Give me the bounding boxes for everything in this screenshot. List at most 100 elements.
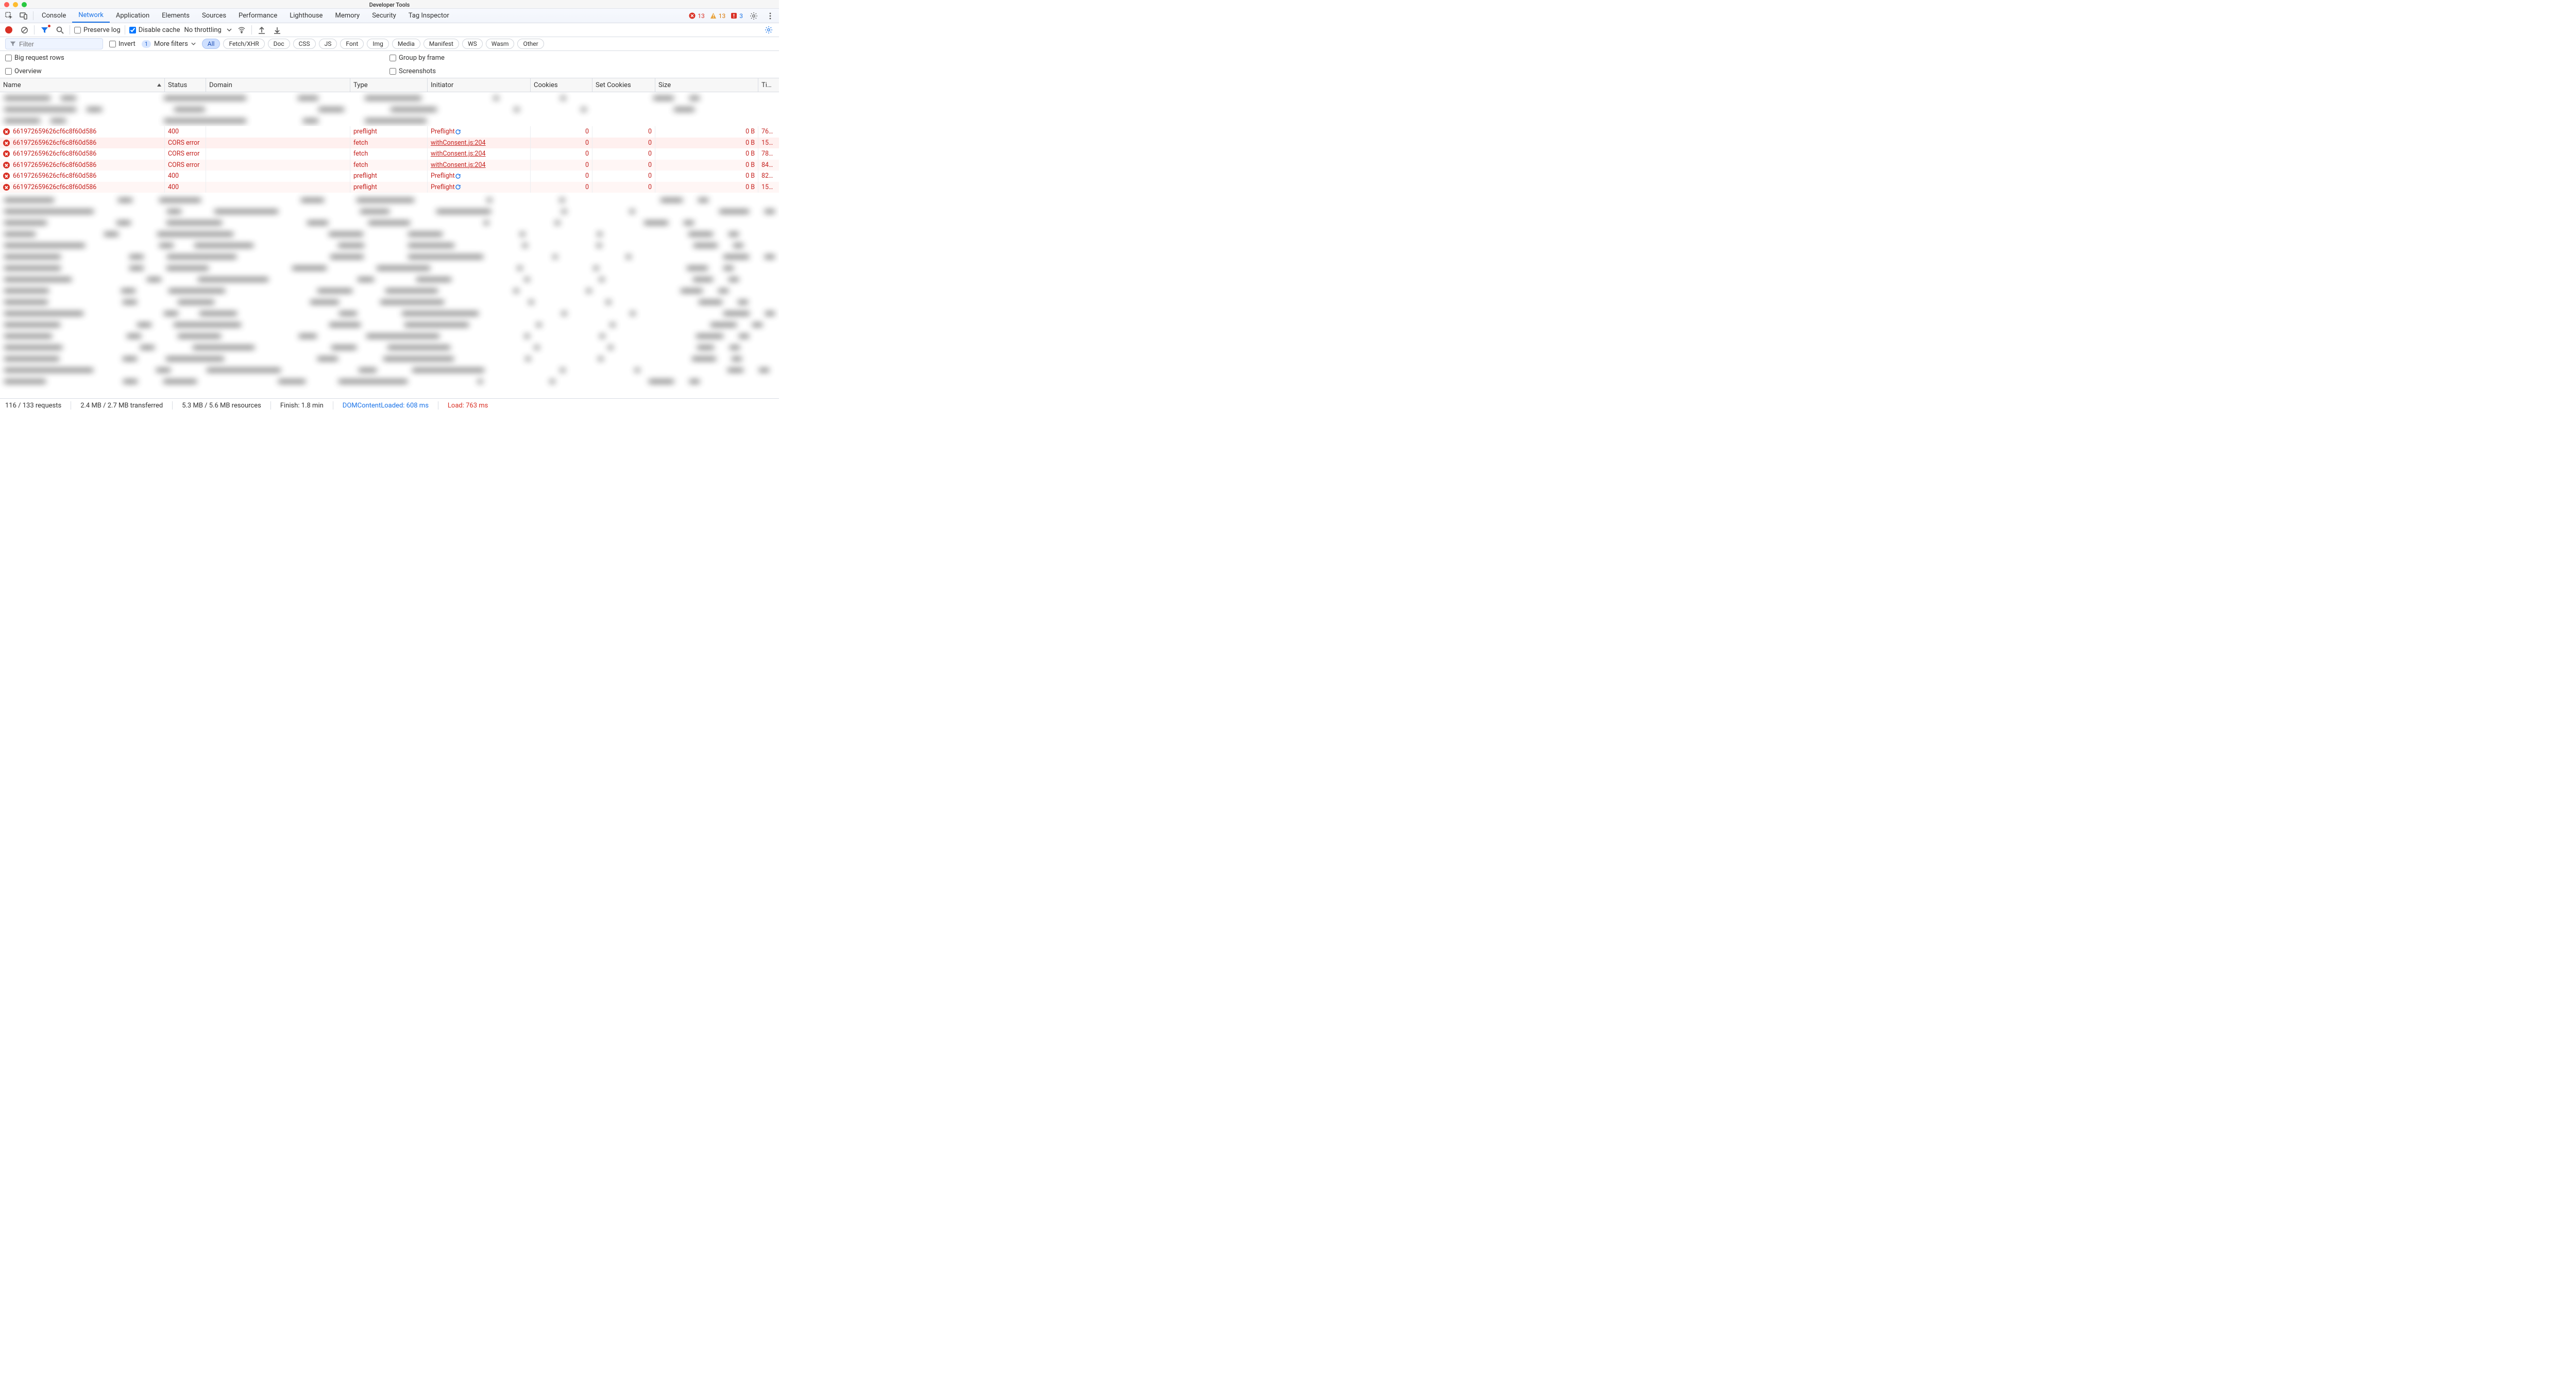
- tab-console[interactable]: Console: [36, 9, 72, 23]
- col-type[interactable]: Type: [350, 78, 428, 92]
- table-row[interactable]: 661972659626cf6c8f60d586400preflightPref…: [0, 182, 779, 193]
- settings-gear-icon[interactable]: [748, 10, 759, 22]
- overview-checkbox[interactable]: Overview: [5, 67, 42, 75]
- status-resources: 5.3 MB / 5.6 MB resources: [182, 402, 261, 410]
- col-cookies[interactable]: Cookies: [531, 78, 592, 92]
- table-row[interactable]: 661972659626cf6c8f60d586400preflightPref…: [0, 171, 779, 182]
- chip-all[interactable]: All: [202, 39, 221, 49]
- filter-input-wrap[interactable]: [5, 38, 103, 49]
- search-icon[interactable]: [54, 24, 65, 36]
- device-toolbar-icon[interactable]: [16, 9, 31, 23]
- export-har-icon[interactable]: [272, 24, 283, 36]
- tab-lighthouse[interactable]: Lighthouse: [283, 9, 329, 23]
- clear-button[interactable]: [19, 24, 30, 36]
- chip-wasm[interactable]: Wasm: [486, 39, 515, 49]
- cell-status: 400: [165, 126, 206, 138]
- filter-toggle-icon[interactable]: [39, 24, 50, 36]
- tab-security[interactable]: Security: [366, 9, 402, 23]
- filter-row: Invert 1 More filters AllFetch/XHR DocCSS…: [0, 37, 779, 51]
- col-name[interactable]: Name: [0, 78, 165, 92]
- group-by-frame-checkbox[interactable]: Group by frame: [389, 54, 445, 62]
- table-row[interactable]: 661972659626cf6c8f60d586CORS errorfetchw…: [0, 148, 779, 160]
- preserve-log-checkbox[interactable]: Preserve log: [74, 26, 121, 34]
- cell-status: CORS error: [165, 160, 206, 171]
- record-button[interactable]: [3, 24, 14, 36]
- window-title: Developer Tools: [0, 2, 779, 8]
- type-filter-chips: AllFetch/XHR DocCSSJSFontImgMediaManifest…: [202, 39, 544, 49]
- col-time[interactable]: Ti…: [758, 78, 779, 92]
- chip-img[interactable]: Img: [367, 39, 389, 49]
- chip-js[interactable]: JS: [319, 39, 337, 49]
- chip-manifest[interactable]: Manifest: [423, 39, 459, 49]
- cell-set-cookies: 0: [592, 126, 655, 138]
- col-status[interactable]: Status: [165, 78, 206, 92]
- initiator-link[interactable]: withConsent.js:204: [431, 139, 486, 147]
- table-body[interactable]: 661972659626cf6c8f60d586400preflightPref…: [0, 92, 779, 398]
- network-table: Name Status Domain Type Initiator Cookie…: [0, 78, 779, 398]
- network-conditions-icon[interactable]: [236, 24, 247, 36]
- chip-fetch-xhr[interactable]: Fetch/XHR: [223, 39, 264, 49]
- col-initiator[interactable]: Initiator: [428, 78, 531, 92]
- chip-font[interactable]: Font: [340, 39, 364, 49]
- disable-cache-checkbox[interactable]: Disable cache: [129, 26, 180, 34]
- cell-type: preflight: [350, 171, 428, 182]
- status-dcl: DOMContentLoaded: 608 ms: [343, 402, 429, 410]
- chevron-down-icon: [191, 42, 196, 45]
- cell-cookies: 0: [531, 138, 592, 149]
- chip-ws[interactable]: WS: [462, 39, 483, 49]
- table-row[interactable]: 661972659626cf6c8f60d586400preflightPref…: [0, 126, 779, 138]
- chip-doc[interactable]: Doc: [268, 39, 290, 49]
- cell-size: 0 B: [655, 148, 758, 160]
- options-section: Big request rows Group by frame Overview…: [0, 51, 779, 78]
- cell-size: 0 B: [655, 138, 758, 149]
- cell-cookies: 0: [531, 148, 592, 160]
- network-toolbar: Preserve log Disable cache No throttling: [0, 23, 779, 37]
- throttling-selector[interactable]: No throttling: [184, 26, 232, 34]
- cell-type: fetch: [350, 138, 428, 149]
- chip-other[interactable]: Other: [517, 39, 544, 49]
- cell-initiator: Preflight: [428, 182, 531, 193]
- big-request-rows-label: Big request rows: [14, 54, 64, 62]
- cell-initiator: withConsent.js:204: [428, 160, 531, 171]
- table-row[interactable]: 661972659626cf6c8f60d586CORS errorfetchw…: [0, 138, 779, 149]
- tab-sources[interactable]: Sources: [196, 9, 232, 23]
- error-icon: [3, 184, 10, 191]
- tab-elements[interactable]: Elements: [156, 9, 196, 23]
- cell-initiator: Preflight: [428, 126, 531, 138]
- warning-count: 13: [719, 12, 726, 20]
- cell-type: fetch: [350, 148, 428, 160]
- cell-status: 400: [165, 182, 206, 193]
- cell-time: 84…: [758, 160, 779, 171]
- tab-memory[interactable]: Memory: [329, 9, 366, 23]
- tab-application[interactable]: Application: [110, 9, 156, 23]
- tab-tag-inspector[interactable]: Tag Inspector: [402, 9, 455, 23]
- table-row[interactable]: 661972659626cf6c8f60d586CORS errorfetchw…: [0, 160, 779, 171]
- error-count-badge[interactable]: 13: [689, 12, 705, 20]
- col-domain[interactable]: Domain: [206, 78, 350, 92]
- inspect-element-icon[interactable]: [2, 9, 16, 23]
- chip-media[interactable]: Media: [392, 39, 420, 49]
- cell-type: preflight: [350, 126, 428, 138]
- initiator-link[interactable]: withConsent.js:204: [431, 150, 486, 158]
- more-filters-dropdown[interactable]: 1 More filters: [142, 40, 196, 48]
- kebab-menu-icon[interactable]: [765, 10, 776, 22]
- cell-time: 78…: [758, 148, 779, 160]
- invert-checkbox[interactable]: Invert: [109, 40, 135, 48]
- col-size[interactable]: Size: [655, 78, 758, 92]
- initiator-text: Preflight: [431, 183, 455, 191]
- issue-count-badge[interactable]: 3: [731, 12, 743, 20]
- filter-input[interactable]: [19, 40, 81, 48]
- network-settings-icon[interactable]: [765, 24, 776, 36]
- big-request-rows-checkbox[interactable]: Big request rows: [5, 54, 64, 62]
- col-set-cookies[interactable]: Set Cookies: [592, 78, 655, 92]
- cell-initiator: withConsent.js:204: [428, 138, 531, 149]
- warning-count-badge[interactable]: 13: [710, 12, 726, 20]
- refresh-icon: [455, 173, 462, 179]
- chip-css[interactable]: CSS: [293, 39, 316, 49]
- tab-performance[interactable]: Performance: [232, 9, 283, 23]
- status-finish: Finish: 1.8 min: [280, 402, 324, 410]
- initiator-link[interactable]: withConsent.js:204: [431, 161, 486, 169]
- screenshots-checkbox[interactable]: Screenshots: [389, 67, 436, 75]
- import-har-icon[interactable]: [256, 24, 267, 36]
- tab-network[interactable]: Network: [72, 9, 110, 23]
